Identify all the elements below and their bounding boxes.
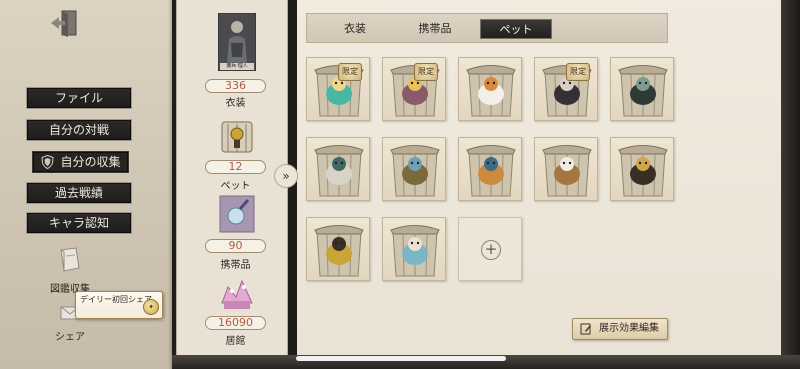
tab-carry-items[interactable]: 携帯品 [399, 19, 471, 39]
nav-my-matches-button[interactable]: 自分の対戦 [26, 119, 132, 141]
nav-my-collection-button[interactable]: 自分の収集 [32, 151, 129, 173]
residence-count: 16090 [205, 316, 266, 330]
category-tab-bar: 衣装 携帯品 ペット [306, 13, 668, 43]
edit-display-effect-button[interactable]: 展示効果編集 [572, 318, 668, 340]
tab-costume[interactable]: 衣装 [319, 19, 391, 39]
encyclopedia-button[interactable]: 図鑑収集 [46, 246, 94, 295]
pet-category-icon[interactable] [218, 114, 256, 153]
expand-chevron-button[interactable]: » [274, 164, 298, 188]
plus-icon: + [481, 240, 501, 260]
white-fox-pet-slot[interactable] [458, 57, 522, 121]
tab-pet[interactable]: ペット [480, 19, 552, 39]
residence-label: 居館 [225, 336, 246, 347]
jester-puppet-pet-slot[interactable]: 限定 [382, 57, 446, 121]
costume-label: 衣装 [225, 98, 246, 109]
blue-flower-pet-icon [390, 225, 440, 277]
nav-past-records-button[interactable]: 過去戦績 [26, 182, 132, 204]
home-indicator [296, 356, 506, 361]
daily-share-reward-tag[interactable]: デイリー初回シェア ✦ [75, 291, 163, 319]
carry-item-category-icon[interactable] [218, 194, 256, 233]
limited-badge: 限定 [338, 63, 362, 81]
character-portrait[interactable]: 傭兵·理人 [217, 12, 257, 72]
residence-category-icon[interactable] [218, 273, 256, 311]
chibi-doll-pet-icon [314, 145, 364, 197]
shiba-dog-pet-icon [466, 145, 516, 197]
nav-file-button[interactable]: ファイル [26, 87, 132, 109]
shiba-dog-pet-slot[interactable] [458, 137, 522, 201]
calico-cat-pet-slot[interactable] [534, 137, 598, 201]
white-fox-pet-icon [466, 65, 516, 117]
music-box-pet-slot[interactable] [610, 137, 674, 201]
pet-label: ペット [220, 181, 251, 192]
calico-cat-pet-icon [542, 145, 592, 197]
teal-bird-pet-slot[interactable]: 限定 [306, 57, 370, 121]
exit-icon[interactable] [48, 8, 82, 38]
limited-badge: 限定 [566, 63, 590, 81]
carry-item-label: 携帯品 [220, 260, 251, 271]
pet-count: 12 [205, 160, 266, 174]
portrait-caption: 傭兵·理人 [226, 63, 248, 69]
chibi-doll-pet-slot[interactable] [306, 137, 370, 201]
edit-display-effect-label: 展示効果編集 [599, 323, 659, 334]
collection-summary-column: 傭兵·理人 336 衣装 12 ペット 90 携帯品 16090 居館 [176, 0, 288, 355]
winged-bird-pet-slot[interactable] [382, 137, 446, 201]
music-box-pet-icon [618, 145, 668, 197]
shadow-creature-pet-icon [618, 65, 668, 117]
book-icon [60, 247, 80, 272]
blue-flower-pet-slot[interactable] [382, 217, 446, 281]
carry-item-count: 90 [205, 239, 266, 253]
gramophone-pet-slot[interactable] [306, 217, 370, 281]
winged-bird-pet-icon [390, 145, 440, 197]
share-label: シェア [55, 332, 85, 343]
edit-icon [580, 323, 591, 335]
game-screen: ファイル 自分の対戦 自分の収集 過去戦績 キャラ認知 図鑑収集 シェア デイリ… [0, 0, 800, 369]
nav-character-awareness-button[interactable]: キャラ認知 [26, 212, 132, 234]
daily-share-label: デイリー初回シェア [80, 295, 152, 304]
add-pet-slot[interactable]: + [458, 217, 522, 281]
gramophone-pet-icon [314, 225, 364, 277]
dark-doll-pet-slot[interactable]: 限定 [534, 57, 598, 121]
limited-badge: 限定 [414, 63, 438, 81]
coin-icon: ✦ [143, 299, 159, 315]
costume-count: 336 [205, 79, 266, 93]
right-edge-shadow [781, 0, 800, 369]
nav-my-collection-label: 自分の収集 [60, 155, 121, 169]
shield-icon [41, 155, 54, 169]
shadow-creature-pet-slot[interactable] [610, 57, 674, 121]
double-chevron-right-icon: » [282, 169, 290, 183]
